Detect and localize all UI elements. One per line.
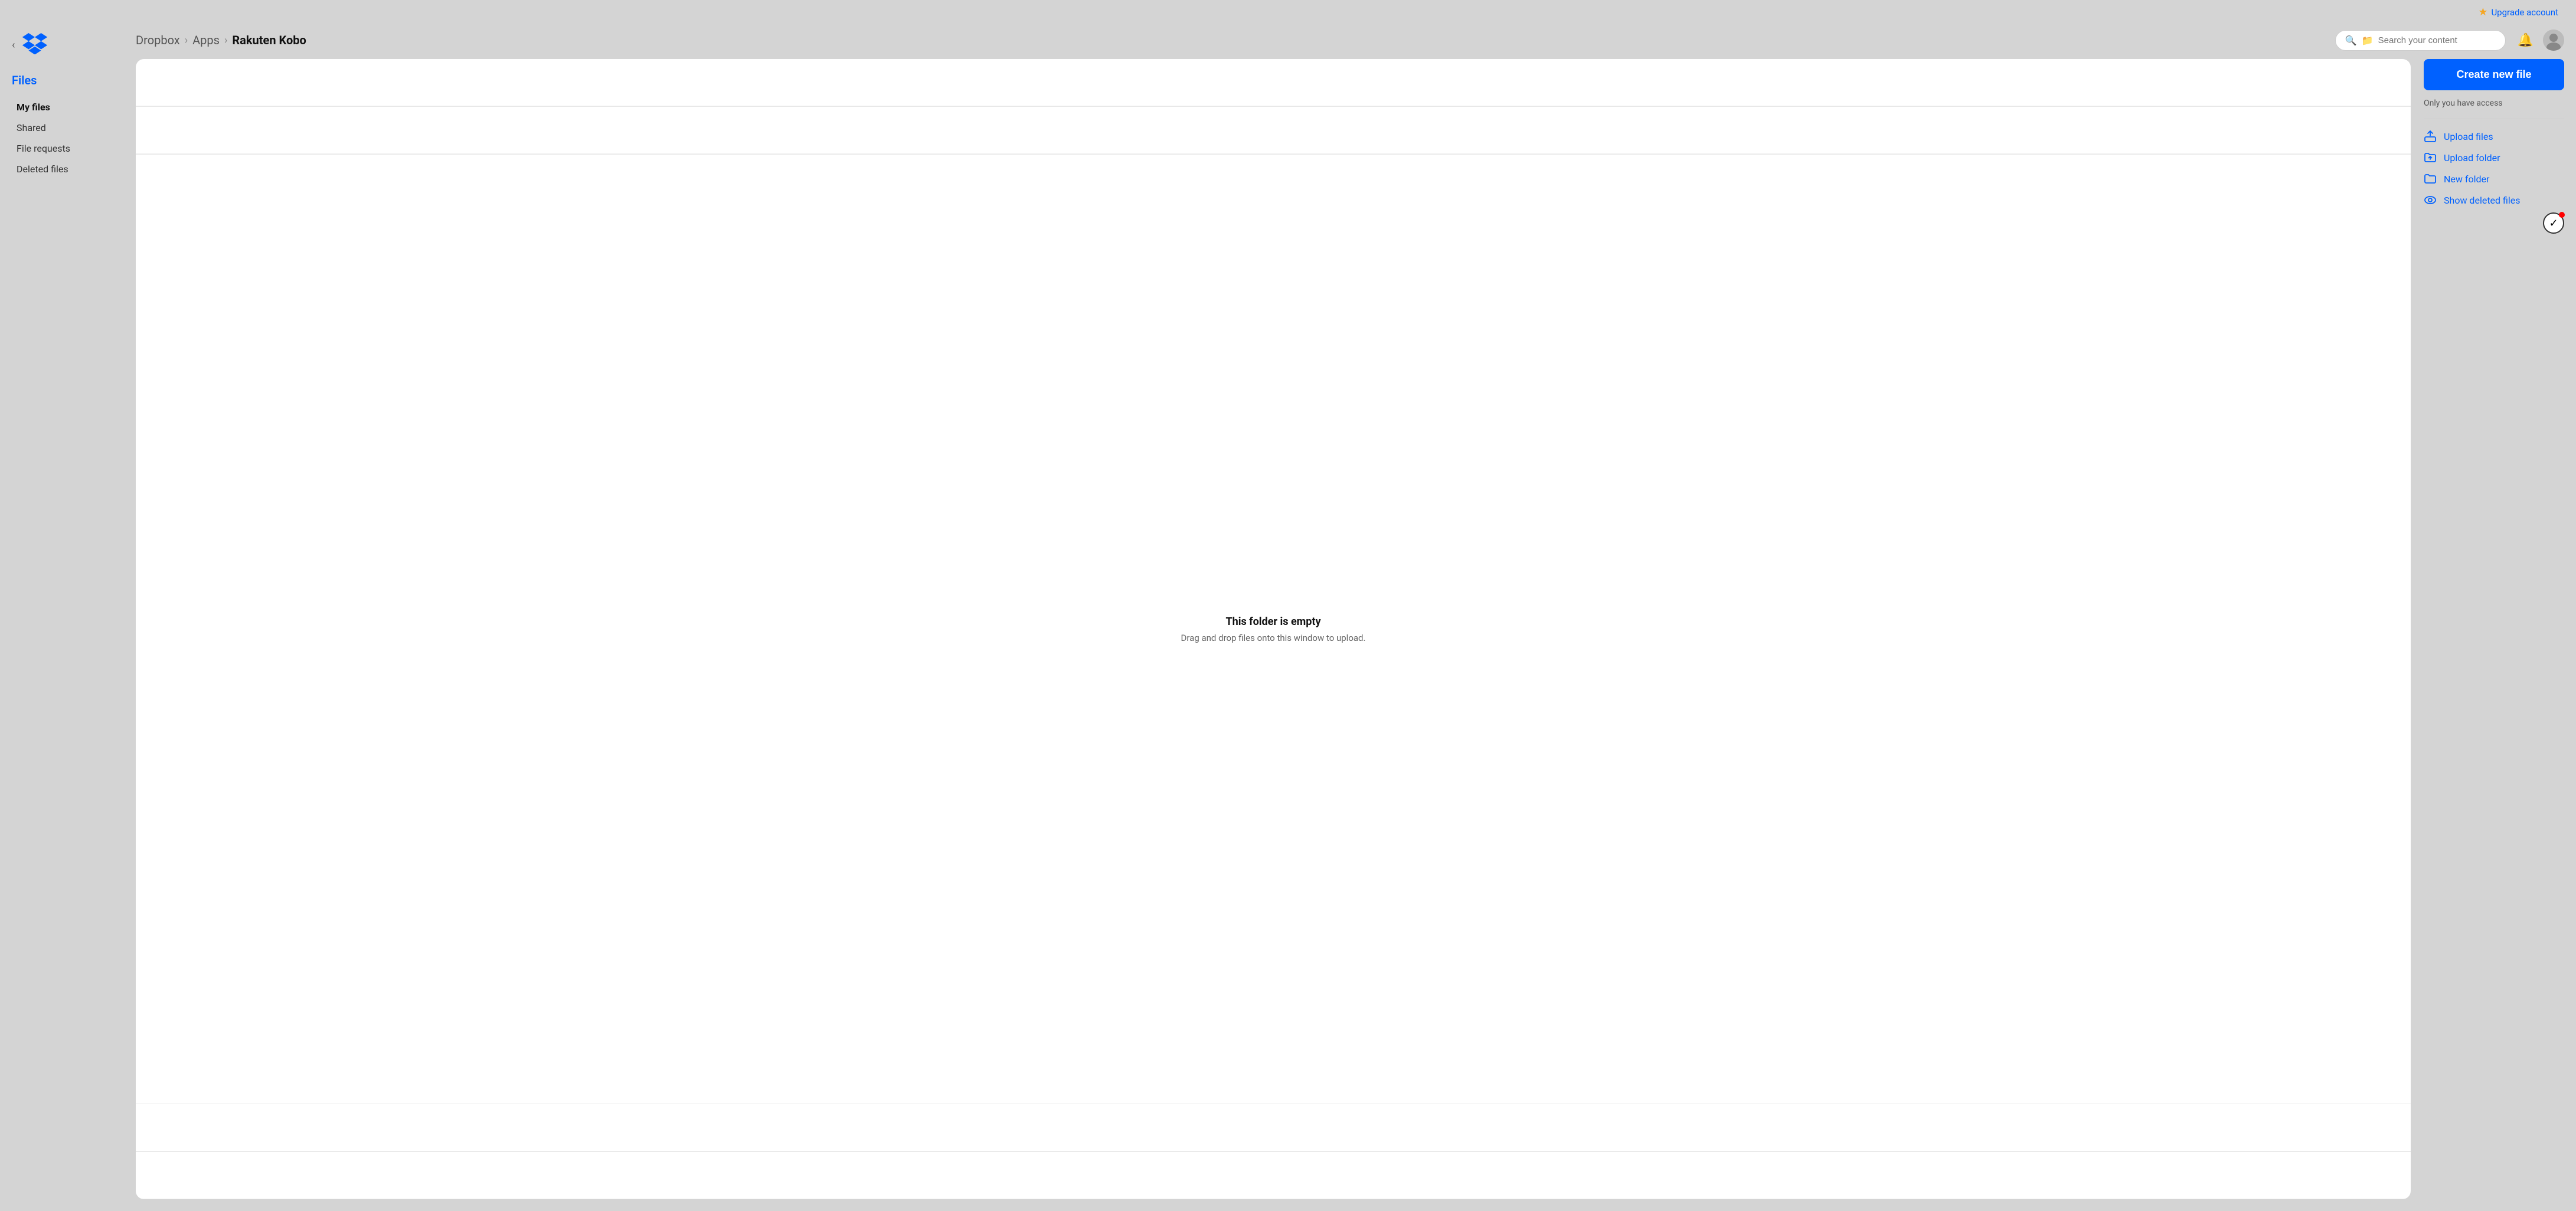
- right-panel: Create new file Only you have access Upl…: [2411, 59, 2564, 1199]
- breadcrumb-current: Rakuten Kobo: [232, 33, 306, 47]
- folder-row-4: [136, 1152, 2411, 1199]
- sidebar-item-deleted-files[interactable]: Deleted files: [12, 160, 130, 178]
- checkmark: ✓: [2549, 217, 2558, 230]
- action-list: Upload files Upload folder: [2424, 130, 2564, 207]
- folder-row-1: [136, 59, 2411, 106]
- breadcrumb: Dropbox › Apps › Rakuten Kobo: [136, 33, 2323, 47]
- search-bar[interactable]: 🔍 📁: [2335, 30, 2506, 51]
- header-actions: 🔔: [2518, 30, 2564, 51]
- breadcrumb-apps[interactable]: Apps: [192, 33, 220, 47]
- show-deleted-label: Show deleted files: [2444, 195, 2521, 206]
- folder-empty-area: This folder is empty Drag and drop files…: [136, 155, 2411, 1104]
- sidebar-nav: My files Shared File requests Deleted fi…: [12, 98, 130, 178]
- folder-row-3: [136, 1104, 2411, 1151]
- upload-files-action[interactable]: Upload files: [2424, 130, 2564, 143]
- check-circle-icon[interactable]: ✓: [2543, 212, 2564, 234]
- back-arrow-icon[interactable]: ‹: [12, 39, 15, 51]
- sidebar-section-title: Files: [12, 73, 130, 87]
- sidebar: ‹ Files My files Shared File requests De…: [0, 21, 130, 1211]
- search-icon: 🔍: [2345, 35, 2357, 46]
- content-header: Dropbox › Apps › Rakuten Kobo 🔍 📁 🔔: [130, 21, 2576, 59]
- upload-folder-action[interactable]: Upload folder: [2424, 151, 2564, 164]
- empty-folder-subtitle: Drag and drop files onto this window to …: [1181, 633, 1366, 643]
- main-body: This folder is empty Drag and drop files…: [130, 59, 2576, 1199]
- sidebar-item-shared[interactable]: Shared: [12, 119, 130, 137]
- breadcrumb-dropbox[interactable]: Dropbox: [136, 33, 180, 47]
- red-dot-badge: [2559, 212, 2565, 218]
- sidebar-logo: ‹: [12, 33, 130, 57]
- folder-row-2: [136, 107, 2411, 154]
- new-folder-label: New folder: [2444, 174, 2489, 185]
- new-folder-icon: [2424, 172, 2437, 185]
- show-deleted-icon: [2424, 194, 2437, 207]
- upgrade-label: Upgrade account: [2491, 7, 2558, 18]
- empty-folder-title: This folder is empty: [1225, 616, 1320, 628]
- sidebar-item-file-requests[interactable]: File requests: [12, 139, 130, 158]
- notification-bell-icon[interactable]: 🔔: [2518, 33, 2533, 48]
- breadcrumb-sep-1: ›: [185, 34, 188, 47]
- content-area: Dropbox › Apps › Rakuten Kobo 🔍 📁 🔔: [130, 21, 2576, 1211]
- upload-files-label: Upload files: [2444, 131, 2493, 142]
- upload-folder-label: Upload folder: [2444, 152, 2500, 163]
- upload-file-icon: [2424, 130, 2437, 143]
- avatar[interactable]: [2543, 30, 2564, 51]
- main-layout: ‹ Files My files Shared File requests De…: [0, 21, 2576, 1211]
- new-folder-action[interactable]: New folder: [2424, 172, 2564, 185]
- folder-panel: This folder is empty Drag and drop files…: [136, 59, 2411, 1199]
- sidebar-item-my-files[interactable]: My files: [12, 98, 130, 116]
- show-deleted-action[interactable]: Show deleted files: [2424, 194, 2564, 207]
- upload-folder-icon: [2424, 151, 2437, 164]
- breadcrumb-sep-2: ›: [224, 34, 227, 47]
- create-new-file-button[interactable]: Create new file: [2424, 59, 2564, 90]
- bottom-right-check: ✓: [2424, 207, 2564, 234]
- access-label: Only you have access: [2424, 99, 2564, 108]
- star-icon: ★: [2478, 6, 2487, 18]
- search-input[interactable]: [2378, 35, 2496, 45]
- search-folder-icon: 📁: [2362, 35, 2374, 46]
- dropbox-logo-icon[interactable]: [22, 33, 48, 57]
- upgrade-link[interactable]: ★ Upgrade account: [2478, 6, 2558, 18]
- top-bar: ★ Upgrade account: [0, 0, 2576, 21]
